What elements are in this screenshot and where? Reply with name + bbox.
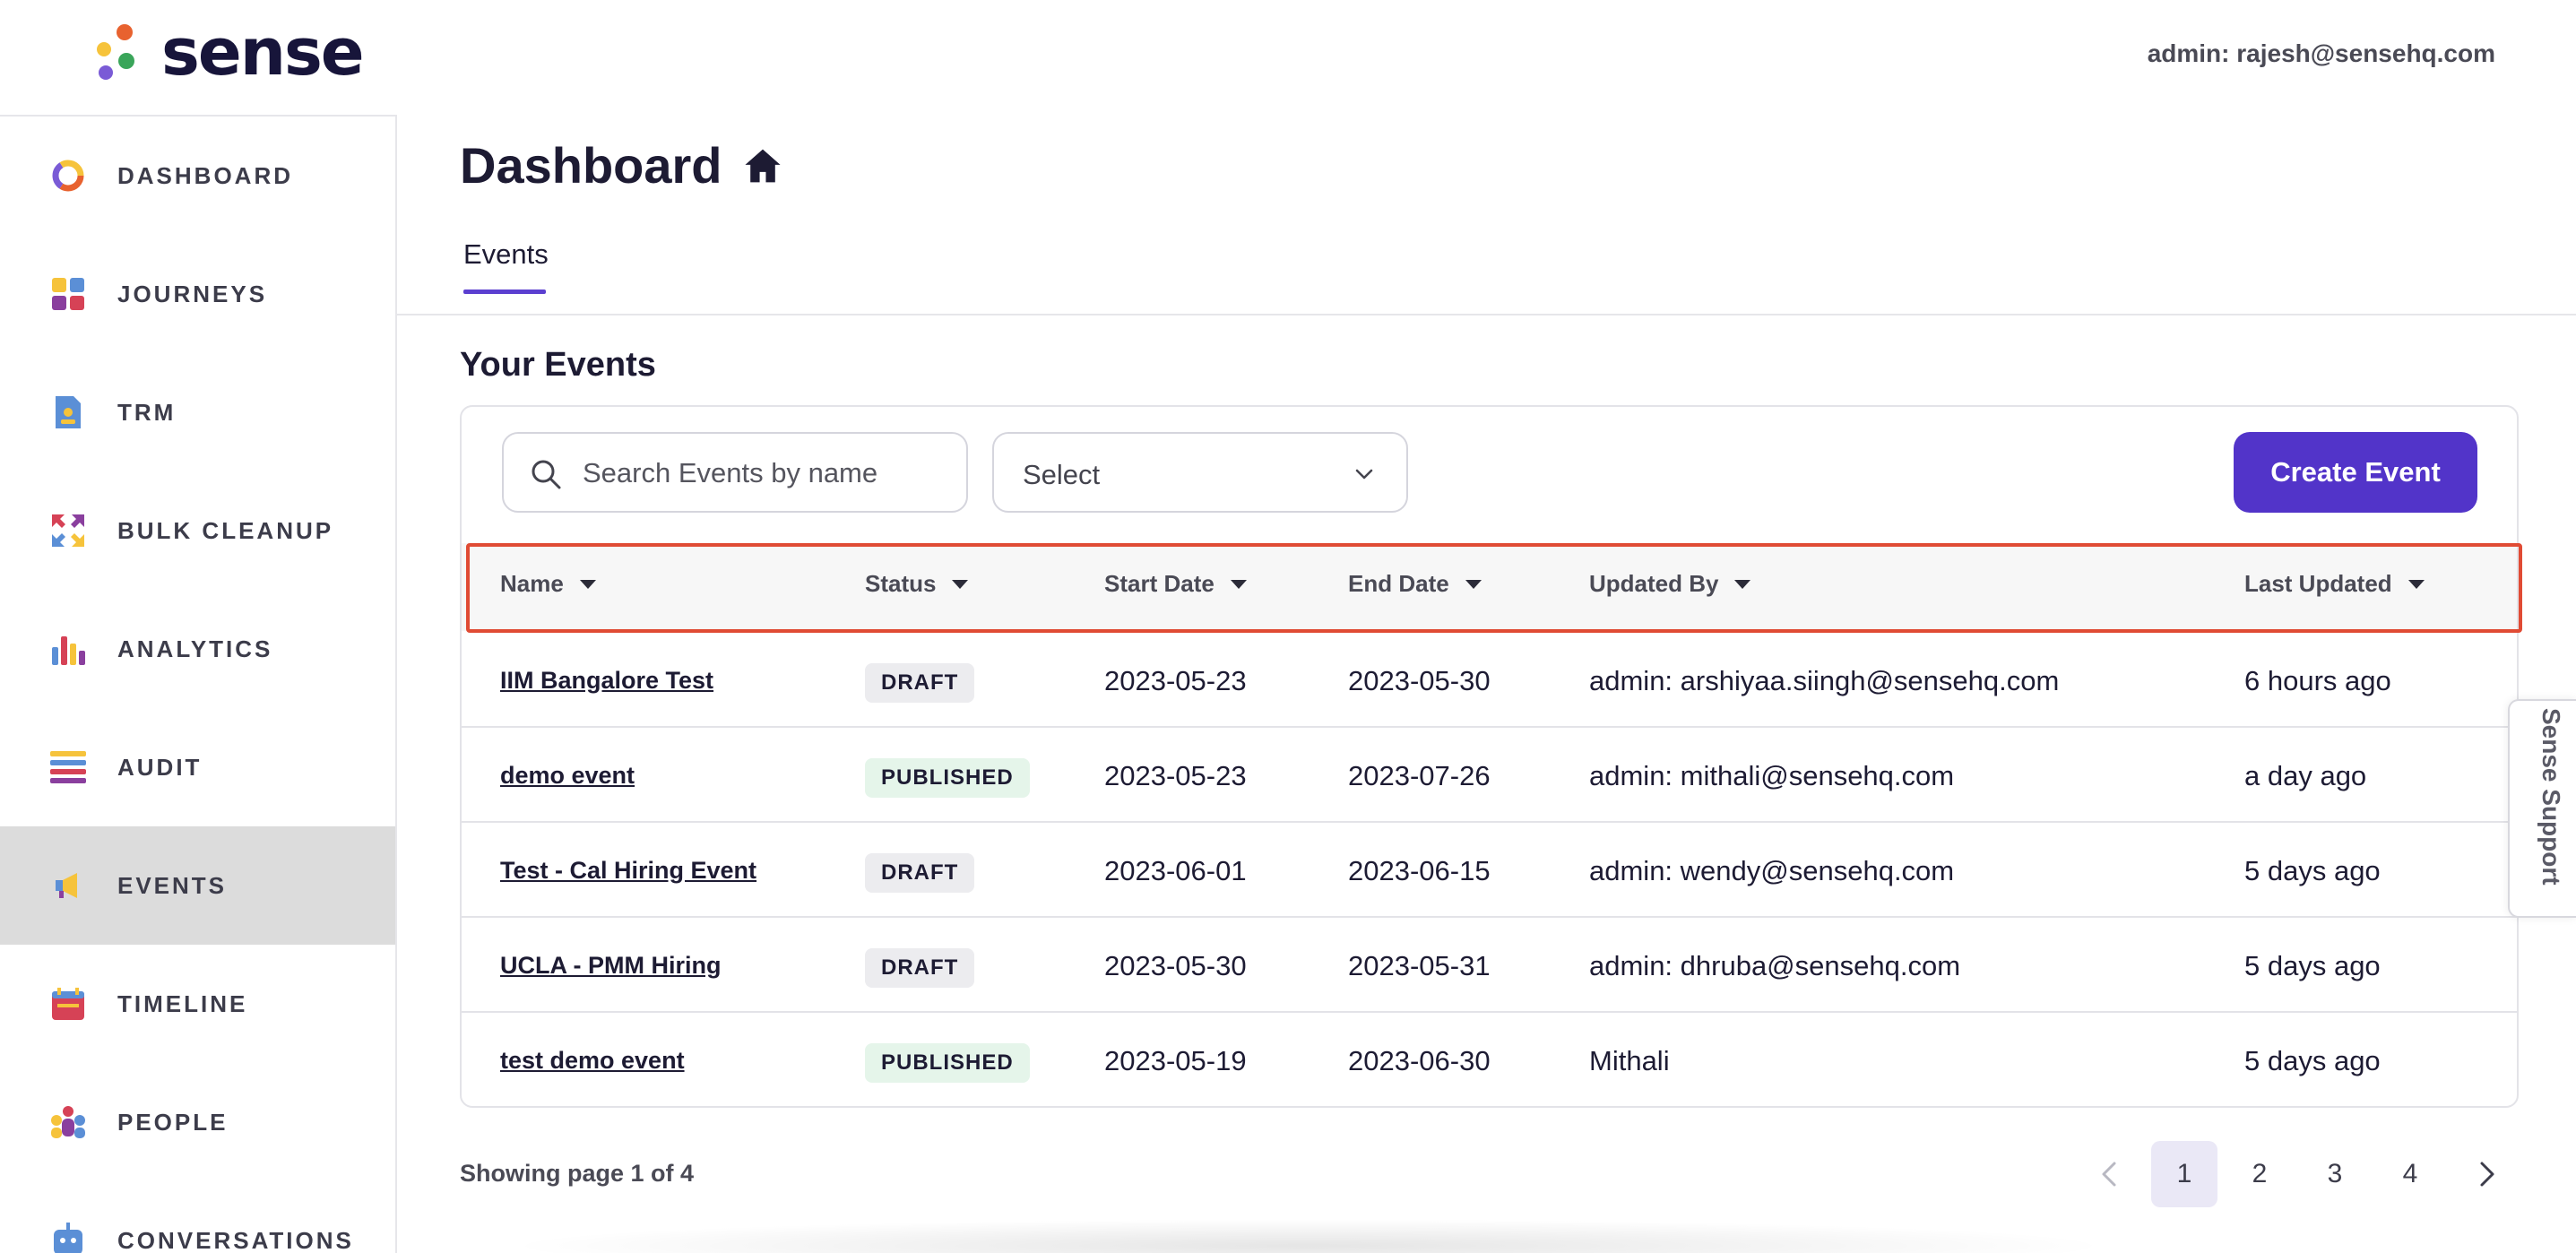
sidebar-item-label: DASHBOARD (117, 161, 293, 189)
event-name-link[interactable]: test demo event (500, 1047, 685, 1075)
active-tab-indicator (463, 289, 546, 294)
status-badge: DRAFT (865, 663, 975, 703)
page-button-4[interactable]: 4 (2377, 1141, 2443, 1207)
status-select[interactable]: Select (992, 432, 1408, 513)
last-updated-cell: 5 days ago (2244, 855, 2381, 886)
sidebar-item-label: EVENTS (117, 871, 228, 899)
chevron-left-icon[interactable] (2092, 1156, 2128, 1192)
calendar-icon (48, 984, 88, 1024)
people-group-icon (48, 1102, 88, 1142)
sidebar-item-timeline[interactable]: TIMELINE (0, 945, 395, 1063)
updated-by-cell: Mithali (1589, 1045, 1670, 1076)
chevron-down-icon (1355, 469, 1373, 480)
table-row: test demo event PUBLISHED 2023-05-19 202… (462, 1013, 2517, 1108)
logo-wordmark: sense (161, 14, 365, 90)
table-row: demo event PUBLISHED 2023-05-23 2023-07-… (462, 728, 2517, 823)
page-title-text: Dashboard (460, 137, 722, 194)
event-name-link[interactable]: Test - Cal Hiring Event (500, 857, 756, 885)
bottom-shadow (502, 1219, 2115, 1253)
sense-support-tab[interactable]: Sense Support (2508, 699, 2576, 918)
search-input[interactable] (583, 452, 950, 495)
start-date-cell: 2023-05-19 (1104, 1045, 1247, 1076)
updated-by-cell: admin: wendy@sensehq.com (1589, 855, 1955, 886)
search-icon (532, 460, 561, 489)
search-field[interactable] (502, 432, 968, 513)
end-date-cell: 2023-05-30 (1348, 665, 1491, 696)
create-event-button[interactable]: Create Event (2234, 432, 2477, 513)
sidebar-item-label: BULK CLEANUP (117, 516, 334, 544)
sidebar-item-label: CONVERSATIONS (117, 1226, 354, 1253)
sidebar-item-events[interactable]: EVENTS (0, 826, 395, 945)
sidebar-item-analytics[interactable]: ANALYTICS (0, 590, 395, 708)
updated-by-cell: admin: dhruba@sensehq.com (1589, 950, 1961, 981)
start-date-cell: 2023-05-23 (1104, 665, 1247, 696)
chat-robot-icon (48, 1221, 88, 1253)
megaphone-icon (48, 866, 88, 905)
admin-user-label[interactable]: admin: rajesh@sensehq.com (2148, 39, 2495, 68)
sidebar-item-conversations[interactable]: CONVERSATIONS (0, 1181, 395, 1253)
sidebar-item-dashboard[interactable]: DASHBOARD (0, 117, 395, 235)
end-date-cell: 2023-06-15 (1348, 855, 1491, 886)
end-date-cell: 2023-05-31 (1348, 950, 1491, 981)
sidebar-item-label: TRM (117, 398, 177, 426)
sidebar-item-label: ANALYTICS (117, 635, 273, 662)
last-updated-cell: a day ago (2244, 760, 2367, 791)
top-header: sense admin: rajesh@sensehq.com (0, 0, 2576, 115)
header-highlight-outline (466, 543, 2522, 633)
list-lines-icon (48, 747, 88, 787)
tab-events[interactable]: Events (463, 238, 549, 271)
sidebar-item-people[interactable]: PEOPLE (0, 1063, 395, 1181)
section-title: Your Events (460, 346, 656, 384)
updated-by-cell: admin: arshiyaa.siingh@sensehq.com (1589, 665, 2060, 696)
donut-chart-icon (48, 156, 88, 195)
event-name-link[interactable]: IIM Bangalore Test (500, 667, 713, 695)
sidebar-item-journeys[interactable]: JOURNEYS (0, 235, 395, 353)
support-tab-label: Sense Support (2537, 708, 2565, 886)
sidebar-item-label: JOURNEYS (117, 280, 268, 307)
sidebar-item-audit[interactable]: AUDIT (0, 708, 395, 826)
status-badge: DRAFT (865, 853, 975, 893)
bar-chart-icon (48, 629, 88, 669)
page-button-1[interactable]: 1 (2151, 1141, 2217, 1207)
start-date-cell: 2023-05-30 (1104, 950, 1247, 981)
sidebar-item-label: PEOPLE (117, 1108, 229, 1136)
sidebar-item-bulk-cleanup[interactable]: BULK CLEANUP (0, 471, 395, 590)
status-badge: PUBLISHED (865, 1043, 1030, 1083)
last-updated-cell: 5 days ago (2244, 950, 2381, 981)
table-row: UCLA - PMM Hiring DRAFT 2023-05-30 2023-… (462, 918, 2517, 1013)
page-button-3[interactable]: 3 (2302, 1141, 2368, 1207)
status-badge: DRAFT (865, 948, 975, 988)
select-value: Select (1023, 459, 1101, 490)
event-name-link[interactable]: UCLA - PMM Hiring (500, 952, 721, 980)
event-name-link[interactable]: demo event (500, 762, 635, 790)
divider (397, 314, 2576, 315)
arrows-cleanup-icon (48, 511, 88, 550)
table-row: IIM Bangalore Test DRAFT 2023-05-23 2023… (462, 633, 2517, 728)
chevron-right-icon[interactable] (2468, 1156, 2504, 1192)
logo-dots-icon (93, 21, 140, 83)
end-date-cell: 2023-07-26 (1348, 760, 1491, 791)
sidebar: DASHBOARD JOURNEYS TRM BULK CLEANUP ANAL… (0, 115, 397, 1253)
page-button-2[interactable]: 2 (2226, 1141, 2293, 1207)
last-updated-cell: 5 days ago (2244, 1045, 2381, 1076)
sidebar-item-label: AUDIT (117, 753, 203, 781)
status-badge: PUBLISHED (865, 758, 1030, 798)
table-row: Test - Cal Hiring Event DRAFT 2023-06-01… (462, 823, 2517, 918)
sidebar-item-label: TIMELINE (117, 989, 248, 1017)
end-date-cell: 2023-06-30 (1348, 1045, 1491, 1076)
start-date-cell: 2023-06-01 (1104, 855, 1247, 886)
home-icon (744, 149, 781, 182)
pagination-status: Showing page 1 of 4 (460, 1160, 695, 1187)
grid-squares-icon (48, 274, 88, 314)
start-date-cell: 2023-05-23 (1104, 760, 1247, 791)
updated-by-cell: admin: mithali@sensehq.com (1589, 760, 1955, 791)
last-updated-cell: 6 hours ago (2244, 665, 2391, 696)
sense-logo[interactable]: sense (93, 14, 365, 90)
document-person-icon (48, 393, 88, 432)
page-title: Dashboard (460, 136, 783, 194)
sidebar-item-trm[interactable]: TRM (0, 353, 395, 471)
